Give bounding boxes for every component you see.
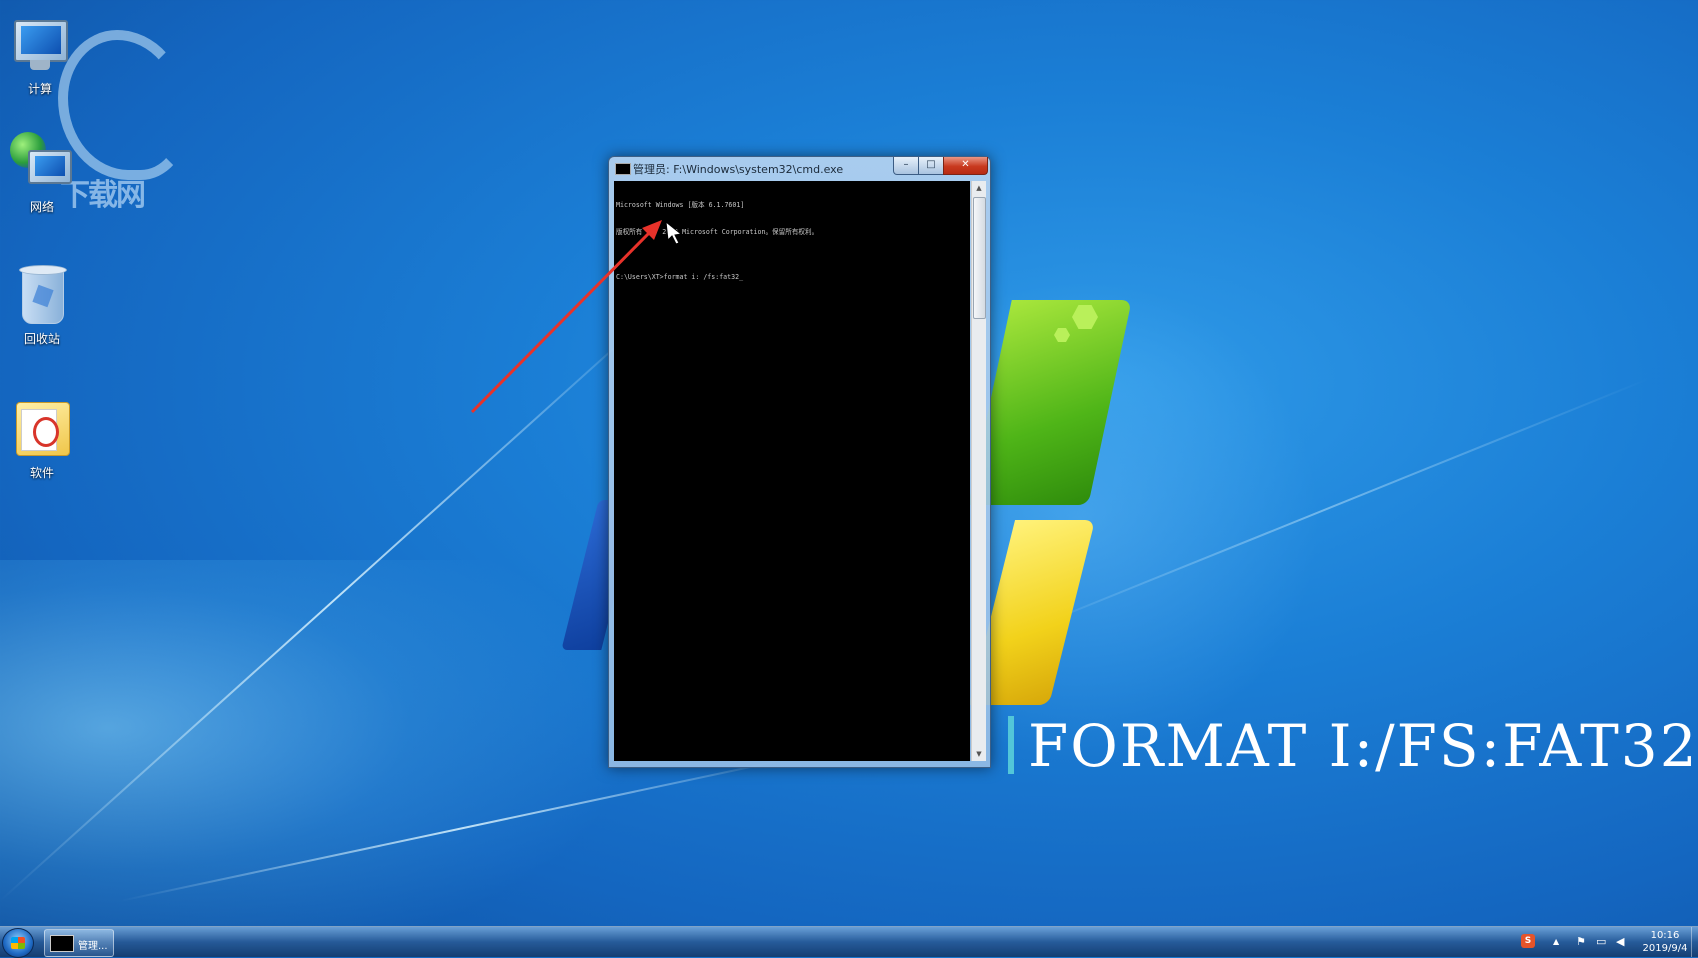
- start-button[interactable]: [2, 928, 34, 958]
- show-desktop-button[interactable]: [1691, 927, 1698, 957]
- cmd-titlebar[interactable]: 管理员: F:\Windows\system32\cmd.exe – □ ✕: [609, 157, 990, 179]
- maximize-button[interactable]: □: [918, 157, 944, 175]
- minimize-button[interactable]: –: [893, 157, 919, 175]
- scroll-thumb[interactable]: [973, 197, 986, 319]
- console-line: Microsoft Windows [版本 6.1.7601]: [616, 201, 745, 209]
- console-output: Microsoft Windows [版本 6.1.7601] 版权所有 (c)…: [616, 183, 818, 300]
- desktop-icon-computer[interactable]: 计算: [0, 14, 82, 97]
- console-line: 版权所有 (c) 2009 Microsoft Corporation。保留所有…: [616, 228, 819, 236]
- recycle-bin-icon: [10, 264, 74, 328]
- caption-text: FORMAT I:/FS:FAT32: [1028, 712, 1698, 780]
- desktop-icon-label: 回收站: [23, 332, 60, 346]
- cmd-window-title: 管理员: F:\Windows\system32\cmd.exe: [633, 163, 844, 176]
- cmd-app-icon[interactable]: [615, 163, 631, 175]
- desktop-icon-label: 计算: [27, 82, 52, 96]
- volume-icon[interactable]: ◀: [1616, 935, 1624, 948]
- action-center-flag-icon[interactable]: ⚑: [1576, 935, 1586, 948]
- desktop-icon-network[interactable]: 网络: [0, 132, 84, 215]
- desktop-icon-software-folder[interactable]: 软件: [0, 398, 84, 481]
- clock-date: 2019/9/4: [1642, 943, 1688, 954]
- taskbar: 管理... S ▲ ⚑ ▭ ◀ 10:16 2019/9/4: [0, 926, 1698, 958]
- network-icon: [10, 132, 74, 196]
- tray-expand-icon[interactable]: ▲: [1553, 937, 1559, 946]
- ime-sogou-icon[interactable]: S: [1521, 934, 1535, 948]
- windows-logo-icon: [11, 937, 25, 949]
- wallpaper-light: [0, 560, 640, 926]
- cmd-window[interactable]: 管理员: F:\Windows\system32\cmd.exe – □ ✕ M…: [608, 156, 991, 768]
- console-command-line: C:\Users\XT>format i: /fs:fat32_: [616, 273, 744, 281]
- desktop-icon-label: 软件: [29, 466, 54, 480]
- desktop: 下载网 计算 网络 回收站 软件 管理员: F:\Windows\system3…: [0, 0, 1698, 926]
- taskbar-cmd-button[interactable]: 管理...: [44, 929, 114, 957]
- desktop-icon-label: 网络: [29, 200, 54, 214]
- cmd-console[interactable]: Microsoft Windows [版本 6.1.7601] 版权所有 (c)…: [614, 181, 970, 761]
- desktop-icon-recycle-bin[interactable]: 回收站: [0, 264, 84, 347]
- cmd-icon: [50, 935, 74, 952]
- folder-icon: [10, 398, 74, 462]
- system-clock[interactable]: 10:16 2019/9/4: [1636, 929, 1694, 955]
- scroll-up-arrow-icon[interactable]: ▲: [972, 181, 986, 195]
- computer-icon: [8, 14, 72, 78]
- network-tray-icon[interactable]: ▭: [1596, 935, 1606, 948]
- caption-accent-bar: [1008, 716, 1014, 774]
- clock-time: 10:16: [1650, 930, 1680, 941]
- cmd-scrollbar[interactable]: ▲ ▼: [971, 181, 986, 761]
- taskbar-cmd-label: 管理...: [78, 941, 108, 952]
- close-button[interactable]: ✕: [943, 157, 988, 175]
- scroll-down-arrow-icon[interactable]: ▼: [972, 747, 986, 761]
